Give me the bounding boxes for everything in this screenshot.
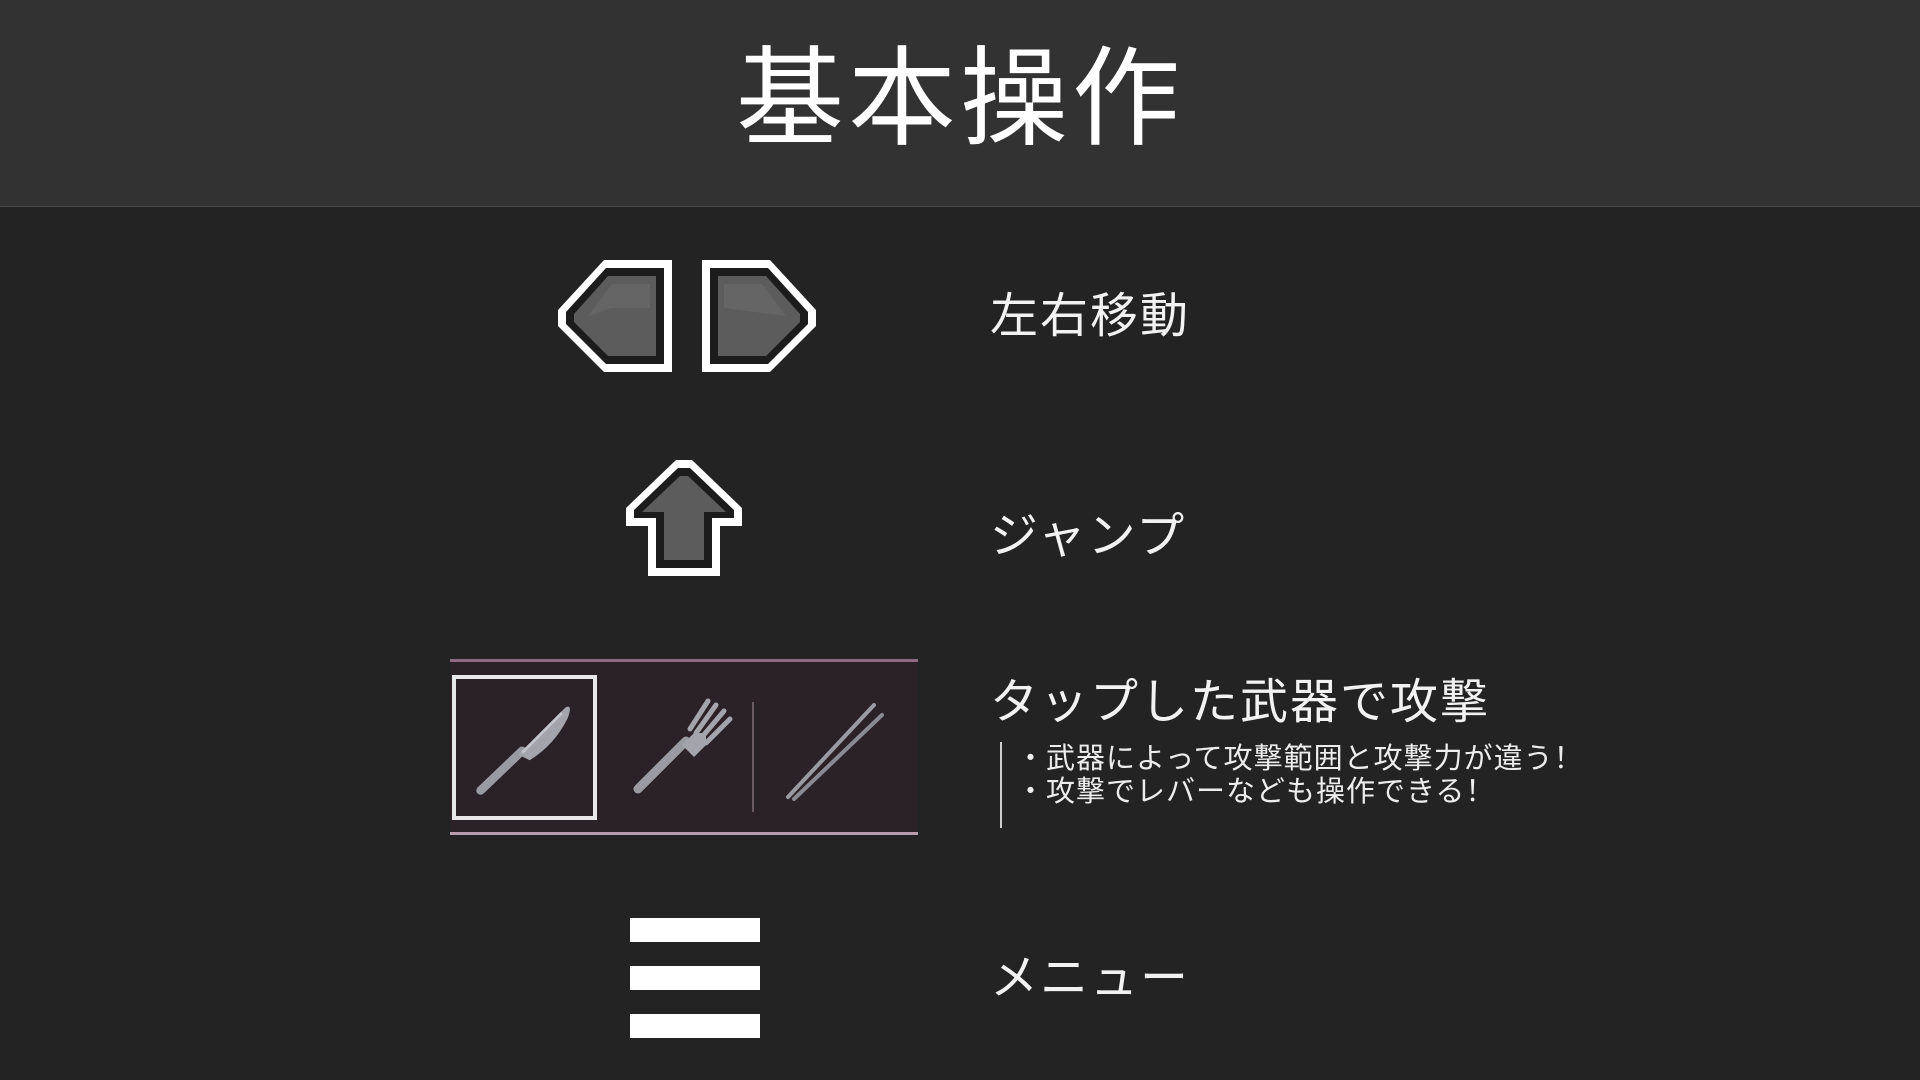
header-bar: 基本操作	[0, 0, 1920, 207]
menu-bar-middle	[630, 966, 760, 990]
attack-notes: ・武器によって攻撃範囲と攻撃力が違う！ ・攻撃でレバーなども操作できる！	[1000, 742, 1696, 828]
weapon-slot-knife[interactable]	[452, 675, 597, 820]
chopsticks-icon	[786, 703, 884, 801]
attack-note-1: ・武器によって攻撃範囲と攻撃力が違う！	[1016, 741, 1584, 775]
controls-screen: 基本操作 左右移動 ジャンプ タップした武器で攻撃 ・武器によって攻撃範囲と攻撃…	[0, 0, 1920, 1080]
weapon-panel	[450, 659, 918, 835]
move-label: 左右移動	[990, 288, 1191, 344]
weapon-divider	[752, 702, 754, 812]
attack-label: タップした武器で攻撃	[990, 674, 1491, 730]
up-arrow-icon	[624, 458, 744, 580]
knife-icon	[476, 706, 570, 795]
attack-note-2: ・攻撃でレバーなども操作できる！	[1016, 774, 1496, 808]
menu-bar-bottom	[630, 1014, 760, 1038]
fork-icon	[633, 698, 733, 794]
menu-label: メニュー	[990, 950, 1191, 1006]
menu-bar-top	[630, 918, 760, 942]
right-arrow-icon	[702, 260, 816, 372]
move-icons	[552, 256, 820, 380]
weapon-slot-fork[interactable]	[602, 675, 747, 820]
jump-label: ジャンプ	[990, 508, 1187, 564]
page-title: 基本操作	[735, 37, 1184, 162]
weapon-slot-chopsticks[interactable]	[762, 675, 907, 820]
